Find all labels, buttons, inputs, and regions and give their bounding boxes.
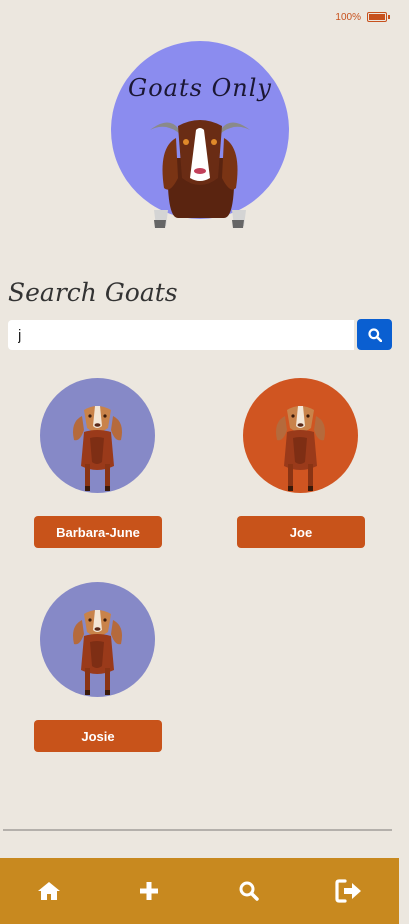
- app-logo: Goats Only: [108, 38, 292, 234]
- logo-title: Goats Only: [128, 74, 272, 102]
- plus-icon: [140, 882, 158, 900]
- battery-percentage: 100%: [335, 12, 361, 23]
- goat-logo-illustration: [111, 41, 289, 228]
- goat-avatar[interactable]: [40, 582, 155, 697]
- search-icon: [239, 881, 259, 901]
- nav-home-button[interactable]: [19, 858, 79, 924]
- status-bar: 100%: [0, 0, 409, 36]
- battery-icon: [367, 12, 390, 22]
- nav-search-button[interactable]: [219, 858, 279, 924]
- nav-logout-button[interactable]: [319, 858, 379, 924]
- goat-name-button[interactable]: Josie: [34, 720, 162, 752]
- search-button[interactable]: [357, 319, 392, 350]
- goat-name-button[interactable]: Barbara-June: [34, 516, 162, 548]
- home-icon: [38, 882, 60, 900]
- sign-out-icon: [335, 879, 361, 903]
- search-input[interactable]: [8, 320, 354, 350]
- goat-name-button[interactable]: Joe: [237, 516, 365, 548]
- bottom-nav: [0, 858, 399, 924]
- goat-avatar[interactable]: [40, 378, 155, 493]
- nav-add-button[interactable]: [119, 858, 179, 924]
- search-icon: [367, 327, 382, 342]
- search-heading: Search Goats: [8, 278, 178, 307]
- goat-avatar[interactable]: [243, 378, 358, 493]
- divider: [3, 829, 392, 831]
